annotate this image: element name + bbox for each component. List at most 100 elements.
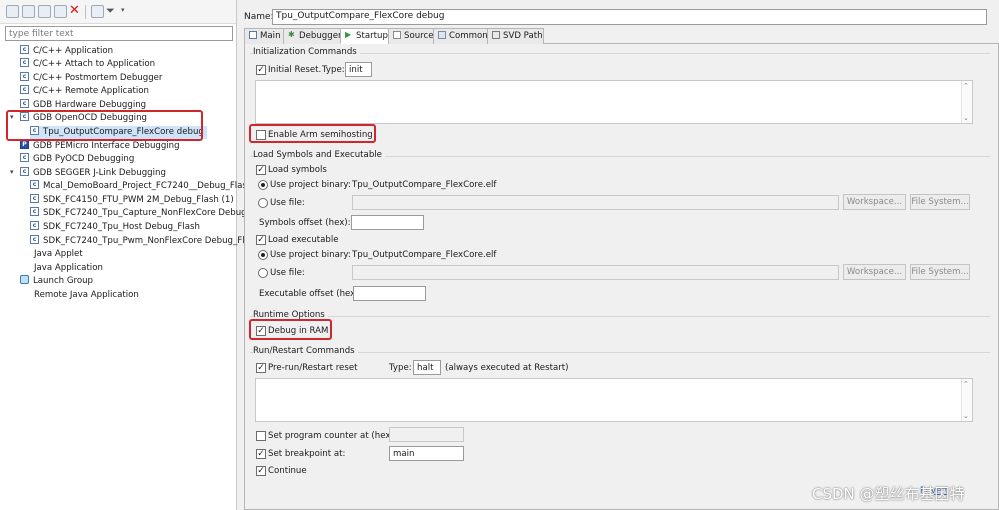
filter-input[interactable] <box>5 26 233 41</box>
set-breakpoint-checkbox[interactable]: ✓ <box>256 449 266 459</box>
load-executable-checkbox[interactable]: ✓ <box>256 235 266 245</box>
export-icon[interactable] <box>38 5 51 18</box>
exec-offset-input[interactable] <box>353 286 426 301</box>
load-executable-label: Load executable <box>268 235 339 245</box>
load-symbols-checkbox[interactable]: ✓ <box>256 165 266 175</box>
tree-item-gdb-segger[interactable]: c GDB SEGGER J-Link Debugging <box>20 167 166 180</box>
scroll-down-icon[interactable]: ⌄ <box>963 412 969 420</box>
set-pc-input[interactable] <box>389 427 464 442</box>
watermark: CSDN @塑丝布基因特 <box>812 485 965 503</box>
exec-file-system-button[interactable]: File System... <box>910 264 970 280</box>
tree-item-remote-java[interactable]: Remote Java Application <box>20 289 139 302</box>
initial-reset-checkbox[interactable]: ✓ <box>256 65 266 75</box>
new-prototype-icon[interactable] <box>22 5 35 18</box>
exec-workspace-button[interactable]: Workspace... <box>843 264 906 280</box>
c-config-icon: c <box>30 207 39 216</box>
duplicate-icon[interactable] <box>54 5 67 18</box>
tree-item-launch-group[interactable]: Launch Group <box>20 275 93 288</box>
continue-checkbox[interactable]: ✓ <box>256 466 266 476</box>
filter-dropdown-icon[interactable]: ▾ <box>121 6 125 14</box>
tab-debugger[interactable]: ✱ Debugger <box>283 28 342 44</box>
highlight-box-semihosting <box>249 124 376 143</box>
tab-common[interactable]: Common <box>433 28 488 44</box>
c-config-icon: c <box>30 235 39 244</box>
tree-item-cpp-postmortem[interactable]: c C/C++ Postmortem Debugger <box>20 72 162 85</box>
symbols-file-system-button[interactable]: File System... <box>910 194 970 210</box>
symbols-use-file-radio[interactable] <box>258 198 268 208</box>
tree-item-label: Java Applet <box>34 249 83 259</box>
tree-item-sdk-fc4150[interactable]: c SDK_FC4150_FTU_PWM 2M_Debug_Flash (1) <box>30 194 234 207</box>
c-config-icon: c <box>20 85 29 94</box>
tree-item-sdk-fc7240-pwm[interactable]: c SDK_FC7240_Tpu_Pwm_NonFlexCore Debug_Fl… <box>30 235 254 248</box>
tab-startup[interactable]: ▶ Startup <box>340 28 389 44</box>
tree-item-label: GDB PEMicro Interface Debugging <box>33 141 180 151</box>
toolbar-separator <box>85 5 86 19</box>
exec-file-input[interactable] <box>352 265 839 280</box>
pemicro-icon: P <box>20 140 29 149</box>
highlight-box-debug-in-ram <box>249 319 332 340</box>
restart-type-input[interactable]: halt <box>413 360 441 375</box>
set-breakpoint-label: Set breakpoint at: <box>268 449 346 459</box>
symbols-workspace-button[interactable]: Workspace... <box>843 194 906 210</box>
tree-item-label: Launch Group <box>33 276 94 286</box>
c-config-icon: c <box>20 99 29 108</box>
tree-item-label: SDK_FC7240_Tpu_Host Debug_Flash <box>43 222 200 232</box>
tree-item-label: GDB PyOCD Debugging <box>33 154 135 164</box>
tree-toolbar: ✕ ⏷ ▾ <box>0 0 236 24</box>
scroll-up-icon[interactable]: ⌃ <box>963 380 969 388</box>
tree-item-cpp-application[interactable]: c C/C++ Application <box>20 45 113 58</box>
name-label: Name: <box>244 12 274 22</box>
tree-item-java-applet[interactable]: Java Applet <box>20 248 83 261</box>
tree-item-java-application[interactable]: Java Application <box>20 262 103 275</box>
tree-item-label: C/C++ Attach to Application <box>33 59 156 69</box>
tree-item-gdb-pyocd[interactable]: c GDB PyOCD Debugging <box>20 153 134 166</box>
tab-main[interactable]: Main <box>244 28 284 44</box>
restart-commands-textarea[interactable]: ⌃ ⌄ <box>255 378 973 422</box>
scroll-up-icon[interactable]: ⌃ <box>963 82 969 90</box>
exec-use-file-radio[interactable] <box>258 268 268 278</box>
exec-offset-label: Executable offset (hex): <box>259 289 362 299</box>
tree-item-sdk-fc7240-host[interactable]: c SDK_FC7240_Tpu_Host Debug_Flash <box>30 221 200 234</box>
group-separator <box>250 352 990 353</box>
filter-icon[interactable]: ⏷ <box>106 5 119 18</box>
reset-type-input[interactable]: init <box>345 62 372 77</box>
name-input[interactable]: Tpu_OutputCompare_FlexCore debug <box>272 9 987 25</box>
init-commands-title: Initialization Commands <box>253 47 360 57</box>
config-tabs: Main ✱ Debugger ▶ Startup Source Common SV… <box>244 28 999 44</box>
tree-item-gdb-pemicro[interactable]: P GDB PEMicro Interface Debugging <box>20 140 180 153</box>
tree-item-sdk-fc7240-capture[interactable]: c SDK_FC7240_Tpu_Capture_NonFlexCore Debu… <box>30 207 251 220</box>
tree-item-cpp-remote[interactable]: c C/C++ Remote Application <box>20 85 149 98</box>
scroll-down-icon[interactable]: ⌄ <box>963 114 969 122</box>
load-symbols-title: Load Symbols and Executable <box>253 150 385 160</box>
c-config-icon: c <box>20 72 29 81</box>
set-pc-checkbox[interactable] <box>256 431 266 441</box>
tab-label: Main <box>260 31 281 41</box>
scrollbar[interactable]: ⌃ ⌄ <box>961 81 972 123</box>
tree-item-cpp-attach[interactable]: c C/C++ Attach to Application <box>20 58 155 71</box>
bug-icon: ✱ <box>288 29 295 39</box>
new-config-icon[interactable] <box>6 5 19 18</box>
collapse-all-icon[interactable] <box>91 5 104 18</box>
symbols-file-input[interactable] <box>352 195 839 210</box>
tree-item-label: Java Application <box>34 263 103 273</box>
exec-use-project-binary-label: Use project binary: <box>270 250 351 260</box>
exec-use-project-binary-radio[interactable] <box>258 250 268 260</box>
breakpoint-input[interactable]: main <box>389 446 464 461</box>
c-config-icon: c <box>30 221 39 230</box>
init-commands-textarea[interactable]: ⌃ ⌄ <box>255 80 973 124</box>
scrollbar[interactable]: ⌃ ⌄ <box>961 379 972 421</box>
restart-note: (always executed at Restart) <box>445 363 569 373</box>
tree-item-mcal-demoboard[interactable]: c Mcal_DemoBoard_Project_FC7240__Debug_Fl… <box>30 180 252 193</box>
pre-run-reset-checkbox[interactable]: ✓ <box>256 363 266 373</box>
highlight-box-selected-config <box>6 110 203 141</box>
c-config-icon: c <box>20 153 29 162</box>
tab-label: Startup <box>356 31 388 41</box>
tab-svd-path[interactable]: SVD Path <box>487 28 544 44</box>
tab-source[interactable]: Source <box>388 28 434 44</box>
group-separator <box>250 53 990 54</box>
delete-icon[interactable]: ✕ <box>68 4 81 18</box>
symbols-use-project-binary-radio[interactable] <box>258 180 268 190</box>
expand-chevron-icon[interactable]: ▾ <box>10 168 14 176</box>
play-icon: ▶ <box>345 29 352 39</box>
symbols-offset-input[interactable] <box>351 215 424 230</box>
